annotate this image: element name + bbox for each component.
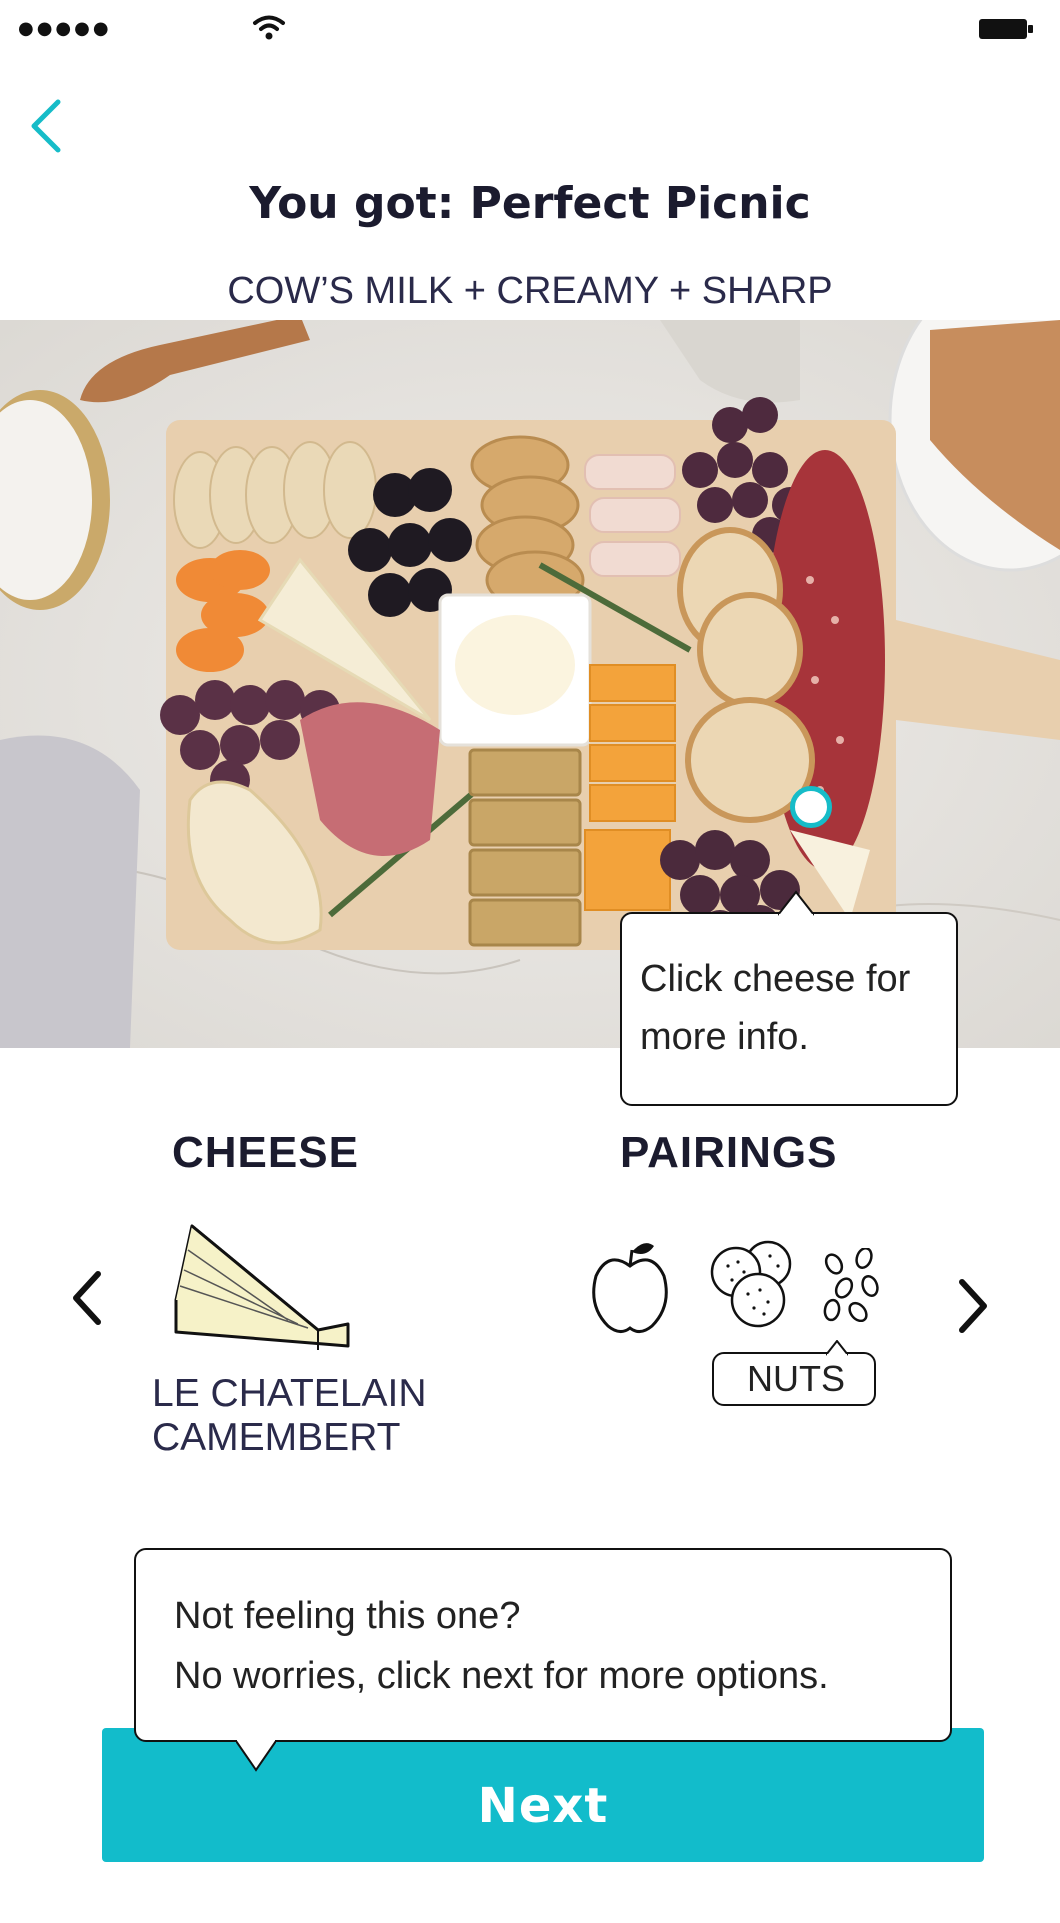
cheese-name-line: CAMEMBERT bbox=[152, 1416, 401, 1459]
chevron-right-icon[interactable] bbox=[952, 1274, 992, 1338]
nuts-icon[interactable] bbox=[820, 1248, 884, 1322]
cheese-name-line: LE CHATELAIN bbox=[152, 1372, 427, 1415]
cheese-name: LE CHATELAIN CAMEMBERT bbox=[152, 1372, 427, 1460]
tag-pointer bbox=[826, 1340, 848, 1356]
pairing-label-tag: NUTS bbox=[712, 1340, 876, 1406]
photo-tooltip: Click cheese for more info. bbox=[620, 890, 958, 1106]
tooltip-pointer bbox=[778, 890, 814, 916]
chevron-left-icon[interactable] bbox=[68, 1266, 108, 1330]
prompt-text: Not feeling this one? No worries, click … bbox=[174, 1586, 829, 1706]
tooltip-text: Click cheese for more info. bbox=[640, 950, 910, 1066]
back-chevron-icon[interactable] bbox=[28, 98, 64, 154]
pairings-heading: PAIRINGS bbox=[620, 1128, 838, 1177]
tooltip-line: Click cheese for bbox=[640, 958, 911, 1000]
signal-strength: ●●●●● bbox=[18, 18, 112, 39]
wifi-icon bbox=[253, 15, 285, 40]
battery-icon bbox=[979, 19, 1033, 39]
prompt-line: Not feeling this one? bbox=[174, 1595, 521, 1637]
pairing-label: NUTS bbox=[747, 1358, 845, 1399]
next-prompt-tooltip: Not feeling this one? No worries, click … bbox=[134, 1548, 952, 1772]
result-attributes: COW’S MILK + CREAMY + SHARP bbox=[227, 270, 833, 312]
tooltip-pointer bbox=[236, 1740, 276, 1772]
crackers-icon[interactable] bbox=[708, 1236, 804, 1332]
next-button[interactable]: Next bbox=[102, 1728, 984, 1862]
page-title: You got: Perfect Picnic bbox=[249, 178, 811, 229]
next-button-label: Next bbox=[477, 1778, 609, 1834]
prompt-line: No worries, click next for more options. bbox=[174, 1655, 829, 1697]
apple-icon[interactable] bbox=[588, 1236, 672, 1336]
cheese-wedge-icon[interactable] bbox=[168, 1220, 358, 1356]
cheese-hotspot[interactable] bbox=[790, 786, 832, 828]
tooltip-line: more info. bbox=[640, 1016, 809, 1058]
cheese-heading: CHEESE bbox=[172, 1128, 359, 1177]
